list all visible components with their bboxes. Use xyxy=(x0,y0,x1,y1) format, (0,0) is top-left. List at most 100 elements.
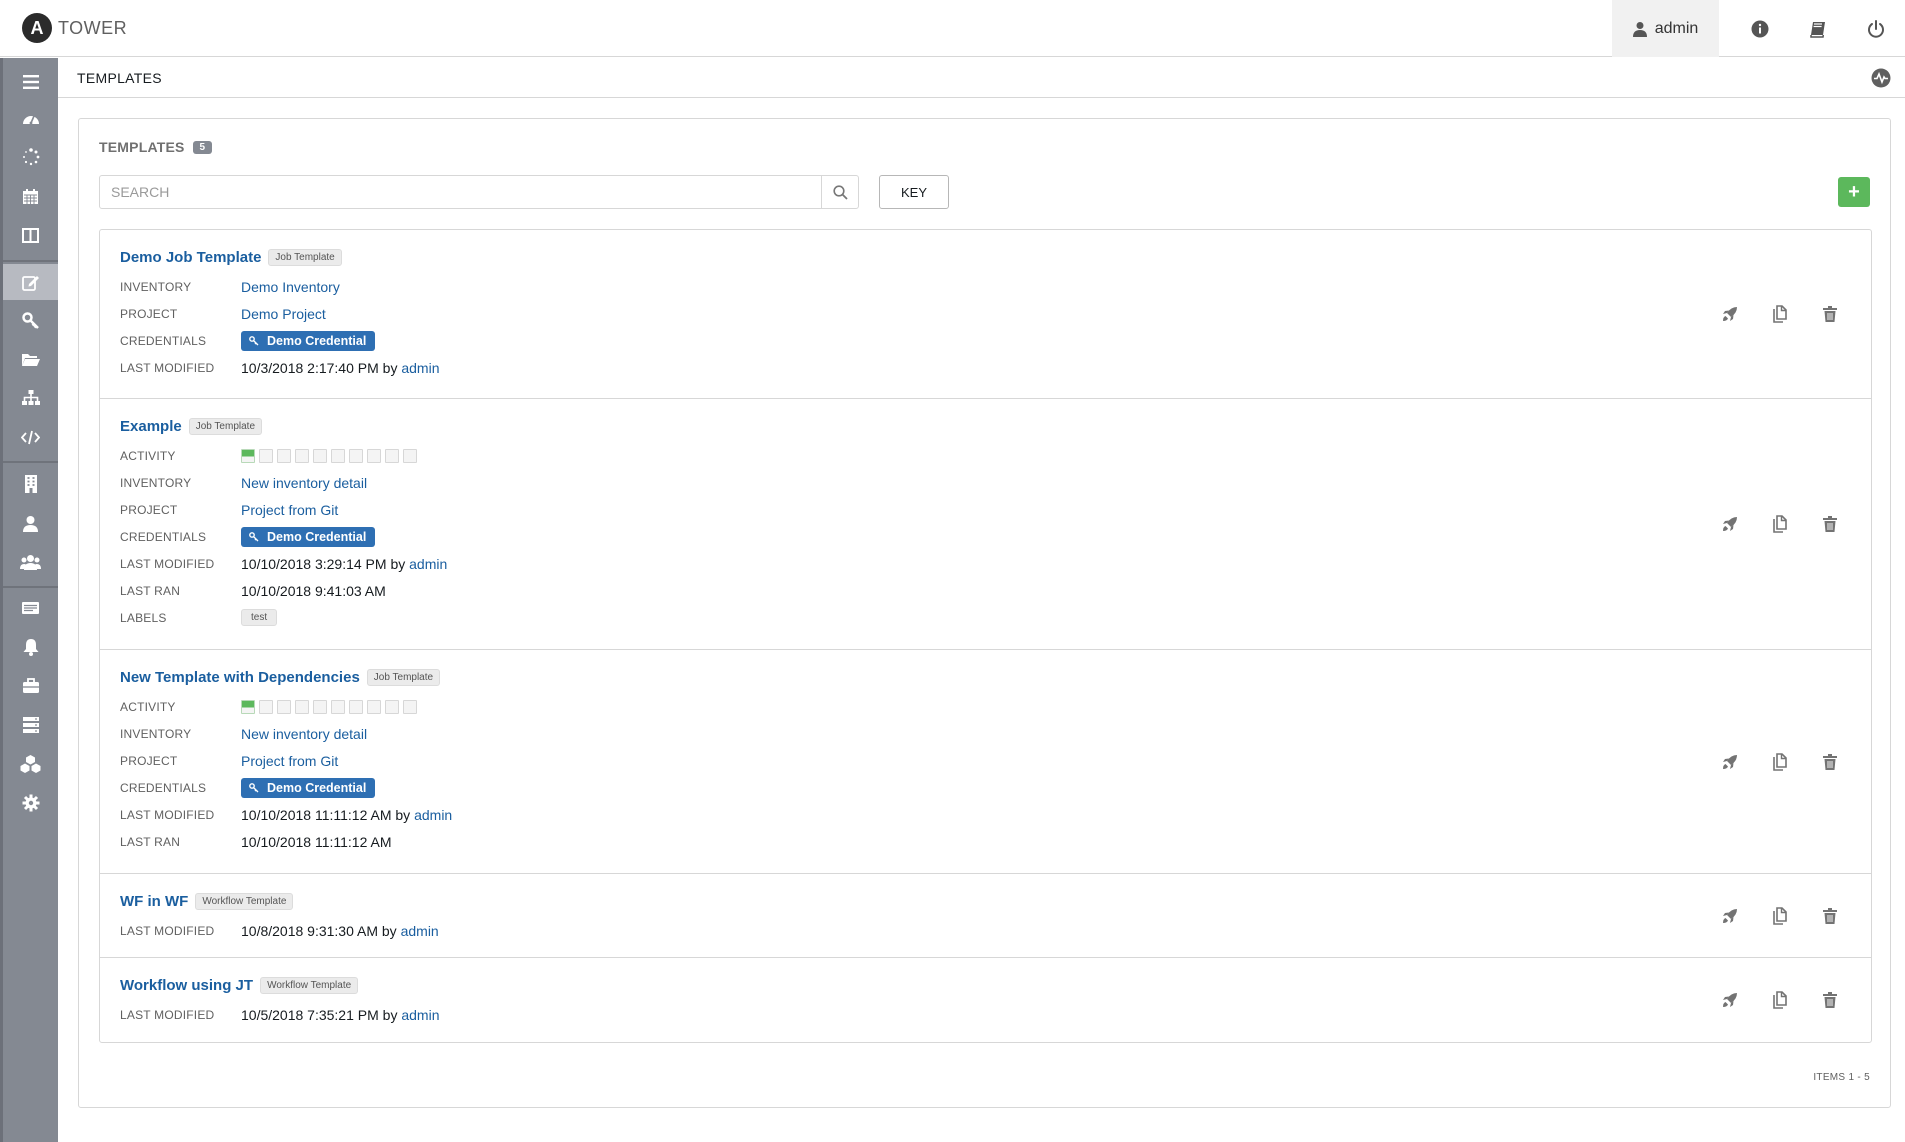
field-last-modified: LAST MODIFIED 10/10/2018 3:29:14 PM by a… xyxy=(120,550,1851,577)
by-text: by xyxy=(395,806,411,823)
inventory-link[interactable]: New inventory detail xyxy=(241,726,367,742)
about-button[interactable] xyxy=(1731,0,1789,57)
project-link[interactable]: Project from Git xyxy=(241,502,338,518)
activity-job-empty xyxy=(367,448,381,463)
sidebar-item-teams[interactable] xyxy=(3,544,58,580)
modified-by-link[interactable]: admin xyxy=(414,807,452,823)
field-label: INVENTORY xyxy=(120,726,192,741)
template-name-link[interactable]: New Template with Dependencies xyxy=(120,669,360,686)
pagination-items-count: ITEMS 1 - 5 xyxy=(1813,1072,1870,1083)
tower-logo[interactable]: A TOWER xyxy=(22,13,127,43)
info-icon xyxy=(1751,20,1769,37)
template-name-link[interactable]: Demo Job Template xyxy=(120,249,261,266)
sidebar-item-templates[interactable] xyxy=(3,264,58,300)
template-name-link[interactable]: WF in WF xyxy=(120,893,188,910)
field-inventory: INVENTORY Demo Inventory xyxy=(120,273,1851,300)
copy-button[interactable] xyxy=(1755,985,1805,1015)
logout-power-icon xyxy=(1868,19,1884,38)
modified-by-link[interactable]: admin xyxy=(401,1007,439,1023)
row-header: Demo Job Template Job Template xyxy=(120,246,1851,268)
delete-trash-icon xyxy=(1823,753,1837,770)
sidebar-item-schedules[interactable] xyxy=(3,178,58,214)
sidebar-item-notifications[interactable] xyxy=(3,629,58,665)
menu-icon xyxy=(22,75,39,89)
delete-button[interactable] xyxy=(1805,509,1855,539)
launch-button[interactable] xyxy=(1705,985,1755,1015)
field-inventory: INVENTORY New inventory detail xyxy=(120,720,1851,747)
sidebar-item-dashboard[interactable] xyxy=(3,100,58,136)
field-project: PROJECT Project from Git xyxy=(120,496,1851,523)
key-button[interactable]: KEY xyxy=(879,175,949,209)
credentials-value: Demo Credential xyxy=(241,777,376,798)
delete-button[interactable] xyxy=(1805,747,1855,777)
sidebar-item-applications[interactable] xyxy=(3,746,58,782)
management-jobs-briefcase-icon xyxy=(22,678,39,693)
activity-job-successful[interactable] xyxy=(241,448,255,463)
launch-button[interactable] xyxy=(1705,509,1755,539)
sidebar-item-projects[interactable] xyxy=(3,341,58,377)
delete-button[interactable] xyxy=(1805,901,1855,931)
delete-button[interactable] xyxy=(1805,299,1855,329)
activity-job-empty xyxy=(349,699,363,714)
activity-job-empty xyxy=(259,448,273,463)
sidebar-item-inventories[interactable] xyxy=(3,380,58,416)
credential-badge[interactable]: Demo Credential xyxy=(241,330,376,351)
template-type-tag: Job Template xyxy=(188,417,262,435)
sidebar-item-inventory-scripts[interactable] xyxy=(3,419,58,455)
search-input[interactable] xyxy=(100,176,821,208)
copy-icon xyxy=(1773,305,1787,323)
sidebar-item-organizations[interactable] xyxy=(3,466,58,502)
modified-by-link[interactable]: admin xyxy=(401,923,439,939)
launch-button[interactable] xyxy=(1705,747,1755,777)
row-header: WF in WF Workflow Template xyxy=(120,890,1851,912)
by-text: by xyxy=(382,359,398,376)
modified-by-link[interactable]: admin xyxy=(401,360,439,376)
inventory-link[interactable]: New inventory detail xyxy=(241,475,367,491)
add-template-button[interactable]: + xyxy=(1838,177,1870,207)
sidebar-item-credential-types[interactable] xyxy=(3,590,58,626)
label-chip[interactable]: test xyxy=(241,609,278,626)
inventory-link[interactable]: Demo Inventory xyxy=(241,279,340,295)
docs-button[interactable] xyxy=(1789,0,1847,57)
project-link[interactable]: Demo Project xyxy=(241,306,326,322)
search-icon xyxy=(832,184,848,200)
copy-button[interactable] xyxy=(1755,509,1805,539)
sidebar-item-credentials[interactable] xyxy=(3,303,58,339)
sidebar-item-jobs[interactable] xyxy=(3,139,58,175)
logout-button[interactable] xyxy=(1847,0,1905,57)
search-button[interactable] xyxy=(821,176,858,208)
activity-indicators xyxy=(241,448,421,463)
template-name-link[interactable]: Example xyxy=(120,418,182,435)
modified-by-link[interactable]: admin xyxy=(409,556,447,572)
last-modified-value: 10/10/2018 11:11:12 AM by admin xyxy=(241,807,452,823)
sidebar-item-management-jobs[interactable] xyxy=(3,668,58,704)
project-link[interactable]: Project from Git xyxy=(241,753,338,769)
field-label: PROJECT xyxy=(120,753,178,768)
sidebar-item-settings[interactable] xyxy=(3,785,58,821)
template-name-link[interactable]: Workflow using JT xyxy=(120,977,253,994)
teams-icon xyxy=(20,555,41,570)
activity-job-successful[interactable] xyxy=(241,699,255,714)
launch-button[interactable] xyxy=(1705,299,1755,329)
activity-stream-button[interactable] xyxy=(1871,68,1891,91)
panel-title: TEMPLATES 5 xyxy=(99,139,213,155)
copy-button[interactable] xyxy=(1755,299,1805,329)
last-modified-value: 10/8/2018 9:31:30 AM by admin xyxy=(241,923,439,939)
sidebar-item-users[interactable] xyxy=(3,505,58,541)
schedules-calendar-icon xyxy=(23,188,38,204)
credential-badge[interactable]: Demo Credential xyxy=(241,526,376,547)
delete-button[interactable] xyxy=(1805,985,1855,1015)
launch-button[interactable] xyxy=(1705,901,1755,931)
sidebar-item-my-view[interactable] xyxy=(3,217,58,253)
sidebar-item-instance-groups[interactable] xyxy=(3,707,58,743)
delete-trash-icon xyxy=(1823,907,1837,924)
field-label: LAST RAN xyxy=(120,583,181,598)
user-menu-button[interactable]: admin xyxy=(1612,0,1719,57)
app-name: TOWER xyxy=(58,17,128,38)
last-modified-value: 10/10/2018 3:29:14 PM by admin xyxy=(241,556,447,572)
copy-button[interactable] xyxy=(1755,747,1805,777)
sidebar-separator xyxy=(3,260,58,262)
sidebar-toggle-button[interactable] xyxy=(3,64,58,100)
credential-badge[interactable]: Demo Credential xyxy=(241,777,376,798)
copy-button[interactable] xyxy=(1755,901,1805,931)
